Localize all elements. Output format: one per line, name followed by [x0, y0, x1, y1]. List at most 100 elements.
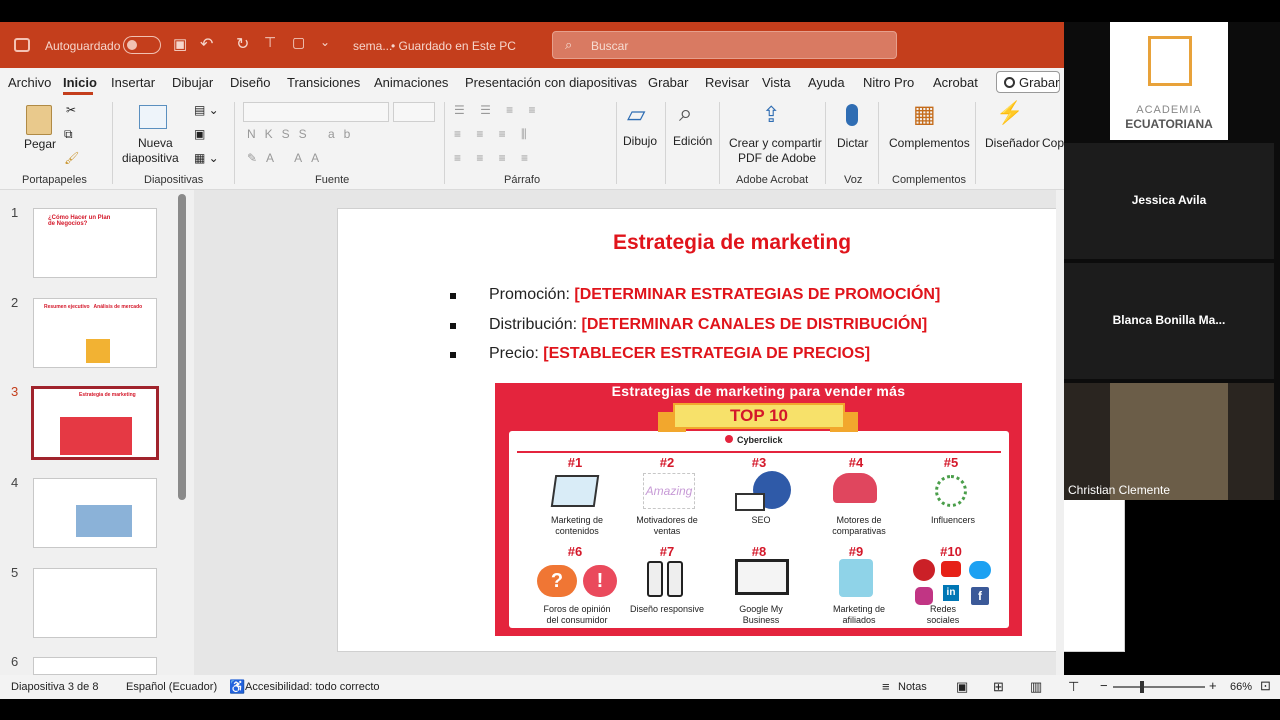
infographic-header: Estrategias de marketing para vender más	[611, 383, 906, 399]
tab-vista[interactable]: Vista	[762, 75, 791, 90]
add-ins-icon[interactable]: ▦	[913, 100, 936, 129]
new-slide-button[interactable]: Nueva	[138, 136, 173, 150]
thumbnail-1[interactable]: ¿Cómo Hacer un Plan de Negocios?	[33, 208, 157, 278]
dictate-button[interactable]: Dictar	[837, 136, 868, 150]
layout-icon[interactable]: ▤ ⌄	[194, 103, 219, 117]
participant-name: Christian Clemente	[1068, 483, 1171, 497]
notes-icon[interactable]: ≡	[882, 679, 890, 694]
bullet-marker	[450, 352, 456, 358]
format-painter-icon[interactable]: 🖌	[64, 151, 79, 165]
reset-icon[interactable]: ▣	[194, 127, 205, 141]
designer-icon[interactable]: ⚡	[996, 100, 1023, 126]
save-icon[interactable]: ▣	[173, 35, 187, 53]
paste-icon[interactable]	[26, 105, 52, 135]
paste-button[interactable]: Pegar	[24, 137, 56, 151]
language-indicator[interactable]: Español (Ecuador)	[126, 681, 217, 693]
group-complementos: Complementos	[892, 174, 966, 186]
group-portapapeles: Portapapeles	[22, 174, 87, 186]
tab-revisar[interactable]: Revisar	[705, 75, 749, 90]
zoom-level[interactable]: 66%	[1230, 681, 1252, 693]
adobe-pdf-button-line2[interactable]: PDF de Adobe	[738, 151, 816, 165]
fit-window-icon[interactable]: ⊡	[1260, 678, 1271, 694]
align-icons[interactable]: ≡ ≡ ≡ ≡	[454, 151, 534, 165]
tab-animaciones[interactable]: Animaciones	[374, 75, 448, 90]
tab-grabar[interactable]: Grabar	[648, 75, 688, 90]
accessibility-status[interactable]: Accesibilidad: todo correcto	[245, 681, 380, 693]
reading-view-icon[interactable]: ▥	[1030, 679, 1042, 695]
record-button[interactable]: Grabar	[996, 71, 1060, 93]
indent-icons[interactable]: ≡ ≡ ≡ ⫼	[454, 127, 533, 142]
microphone-icon[interactable]	[846, 104, 858, 126]
thumb-scrollbar[interactable]	[178, 194, 186, 500]
accessibility-icon[interactable]: ♿	[229, 679, 245, 695]
bullet-promocion[interactable]: Promoción: [DETERMINAR ESTRATEGIAS DE PR…	[489, 286, 940, 304]
add-ins-button[interactable]: Complementos	[889, 136, 970, 150]
section-icon[interactable]: ▦ ⌄	[194, 151, 219, 165]
thumbnail-2[interactable]: Resumen ejecutivo Análisis de mercado	[33, 298, 157, 368]
search-replace-icon[interactable]: ⌕	[679, 100, 692, 128]
zoom-slider-thumb[interactable]	[1140, 681, 1144, 693]
autosave-toggle[interactable]	[123, 36, 161, 54]
adobe-share-icon[interactable]: ⇪	[762, 102, 780, 128]
adobe-pdf-button[interactable]: Crear y compartir	[729, 136, 822, 150]
thumbnail-5[interactable]	[33, 568, 157, 638]
comparison-hearts-icon	[833, 473, 877, 503]
new-file-icon[interactable]: ▢	[292, 34, 305, 51]
thumbnail-3-selected[interactable]: Estrategia de marketing	[31, 386, 159, 460]
file-name[interactable]: sema...	[353, 39, 392, 53]
thumbnail-6[interactable]	[33, 657, 157, 675]
zoom-slider[interactable]	[1113, 681, 1205, 693]
cut-icon[interactable]: ✂	[66, 103, 76, 117]
tab-inicio[interactable]: Inicio	[63, 75, 97, 90]
participant-tile[interactable]: Jessica Avila	[1064, 143, 1274, 259]
infographic[interactable]: Estrategias de marketing para vender más…	[495, 383, 1022, 636]
slideshow-icon[interactable]: ⊤	[1068, 679, 1079, 695]
tab-nitro[interactable]: Nitro Pro	[863, 75, 914, 90]
tab-diseno[interactable]: Diseño	[230, 75, 270, 90]
editing-button[interactable]: Edición	[673, 134, 712, 148]
present-icon[interactable]: ⊤	[264, 34, 276, 51]
thumb-image	[60, 417, 132, 455]
tab-presentacion[interactable]: Presentación con diapositivas	[465, 75, 637, 90]
font-format-icons[interactable]: NKSS ab	[247, 127, 359, 141]
tab-insertar[interactable]: Insertar	[111, 75, 155, 90]
copy-icon[interactable]: ⧉	[64, 127, 73, 142]
tab-acrobat[interactable]: Acrobat	[933, 75, 978, 90]
group-fuente: Fuente	[315, 174, 350, 186]
drawing-button[interactable]: Dibujo	[623, 134, 657, 148]
participant-tile-video[interactable]: Christian Clemente	[1064, 383, 1274, 500]
tab-dibujar[interactable]: Dibujar	[172, 75, 213, 90]
tab-archivo[interactable]: Archivo	[8, 75, 51, 90]
redo-icon[interactable]: ↻	[236, 34, 249, 54]
slide-counter[interactable]: Diapositiva 3 de 8	[11, 681, 98, 693]
slide-title[interactable]: Estrategia de marketing	[338, 231, 1126, 255]
drawing-icon[interactable]: ▱	[627, 100, 645, 129]
save-status[interactable]: • Guardado en Este PC	[391, 39, 516, 53]
notes-button[interactable]: Notas	[898, 681, 927, 693]
bullet-distribucion[interactable]: Distribución: [DETERMINAR CANALES DE DIS…	[489, 316, 927, 334]
font-size-select[interactable]	[393, 102, 435, 122]
new-slide-icon[interactable]	[139, 105, 167, 129]
normal-view-icon[interactable]: ▣	[956, 679, 968, 695]
new-slide-button-line2[interactable]: diapositiva	[122, 151, 179, 165]
zoom-in-icon[interactable]: +	[1209, 678, 1217, 693]
sorter-view-icon[interactable]: ⊞	[993, 679, 1004, 695]
font-color-icons[interactable]: ✎A AA	[247, 151, 328, 165]
font-family-select[interactable]	[243, 102, 389, 122]
customize-icon[interactable]: ⌄	[320, 35, 330, 49]
participant-tile[interactable]: Blanca Bonilla Ma...	[1064, 263, 1274, 379]
item-number: #5	[943, 455, 959, 470]
canvas-scrollbar[interactable]	[1056, 190, 1064, 675]
undo-icon[interactable]: ↶	[200, 34, 213, 54]
tab-transiciones[interactable]: Transiciones	[287, 75, 360, 90]
app-icon[interactable]	[14, 38, 30, 52]
search-box[interactable]: ⌕ Buscar	[552, 31, 897, 59]
academia-logo-icon	[1148, 36, 1192, 86]
thumbnail-4[interactable]	[33, 478, 157, 548]
zoom-out-icon[interactable]: −	[1100, 678, 1108, 693]
designer-button[interactable]: Diseñador	[985, 136, 1040, 150]
slide[interactable]: Estrategia de marketing Promoción: [DETE…	[337, 208, 1125, 652]
list-icons[interactable]: ☰ ☰ ≡ ≡	[454, 103, 542, 117]
tab-ayuda[interactable]: Ayuda	[808, 75, 845, 90]
bullet-precio[interactable]: Precio: [ESTABLECER ESTRATEGIA DE PRECIO…	[489, 345, 870, 363]
